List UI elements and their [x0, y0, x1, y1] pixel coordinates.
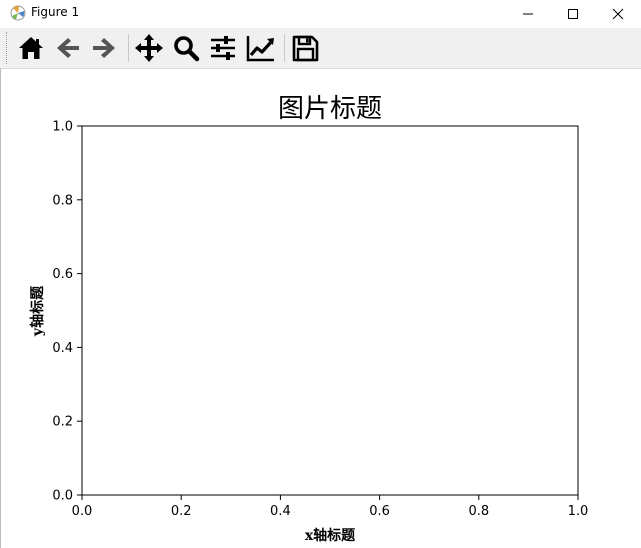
- arrow-right-icon: [93, 38, 115, 58]
- arrow-left-icon: [57, 38, 79, 58]
- y-axis-label: y轴标题: [29, 285, 46, 337]
- floppy-disk-icon: [292, 35, 319, 62]
- axes-frame: [81, 125, 579, 496]
- navigation-toolbar: [0, 28, 641, 69]
- x-tick-label: 0.4: [270, 504, 291, 519]
- forward-button[interactable]: [88, 32, 120, 64]
- y-axis: 0.0 0.2 0.4 0.6 0.8 1.0: [52, 120, 82, 504]
- y-tick-label: 0.8: [52, 193, 73, 208]
- figure-window: Figure 1 图片标题 0.0 0.2 0.4 0.6 0.8 1.0 0.…: [0, 0, 641, 548]
- maximize-icon: [568, 9, 578, 19]
- chart-title: 图片标题: [278, 94, 382, 124]
- save-button[interactable]: [289, 32, 321, 64]
- home-icon: [19, 37, 43, 59]
- minimize-button[interactable]: [505, 0, 551, 28]
- close-button[interactable]: [595, 0, 641, 28]
- toolbar-separator: [128, 34, 129, 62]
- y-tick-label: 0.4: [52, 341, 73, 356]
- x-axis: 0.0 0.2 0.4 0.6 0.8 1.0: [72, 495, 589, 519]
- zoom-button[interactable]: [170, 32, 202, 64]
- y-tick-label: 0.2: [52, 415, 73, 430]
- x-axis-label: x轴标题: [305, 527, 356, 544]
- y-tick-label: 1.0: [52, 120, 73, 135]
- x-tick-label: 0.2: [171, 504, 192, 519]
- y-tick-label: 0.0: [52, 489, 73, 504]
- figure-canvas[interactable]: 图片标题 0.0 0.2 0.4 0.6 0.8 1.0 0.0 0.2 0.4 0.6 0.8 1…: [0, 68, 641, 548]
- window-title: Figure 1: [31, 5, 80, 19]
- edit-axis-button[interactable]: [245, 32, 277, 64]
- pan-button[interactable]: [133, 32, 165, 64]
- x-tick-label: 1.0: [568, 504, 589, 519]
- home-button[interactable]: [15, 32, 47, 64]
- minimize-icon: [523, 13, 533, 15]
- line-chart-icon: [246, 36, 274, 62]
- maximize-button[interactable]: [550, 0, 596, 28]
- move-icon: [135, 34, 163, 62]
- toolbar-separator: [284, 34, 285, 62]
- matplotlib-app-icon: [10, 5, 26, 21]
- x-tick-label: 0.6: [369, 504, 390, 519]
- sliders-icon: [211, 36, 235, 60]
- x-tick-label: 0.0: [72, 504, 93, 519]
- configure-subplots-button[interactable]: [207, 32, 239, 64]
- y-tick-label: 0.6: [52, 267, 73, 282]
- title-bar: Figure 1: [0, 0, 641, 28]
- magnifier-icon: [174, 36, 200, 62]
- back-button[interactable]: [52, 32, 84, 64]
- close-icon: [612, 8, 624, 20]
- x-tick-label: 0.8: [468, 504, 489, 519]
- toolbar-grip: [6, 32, 9, 64]
